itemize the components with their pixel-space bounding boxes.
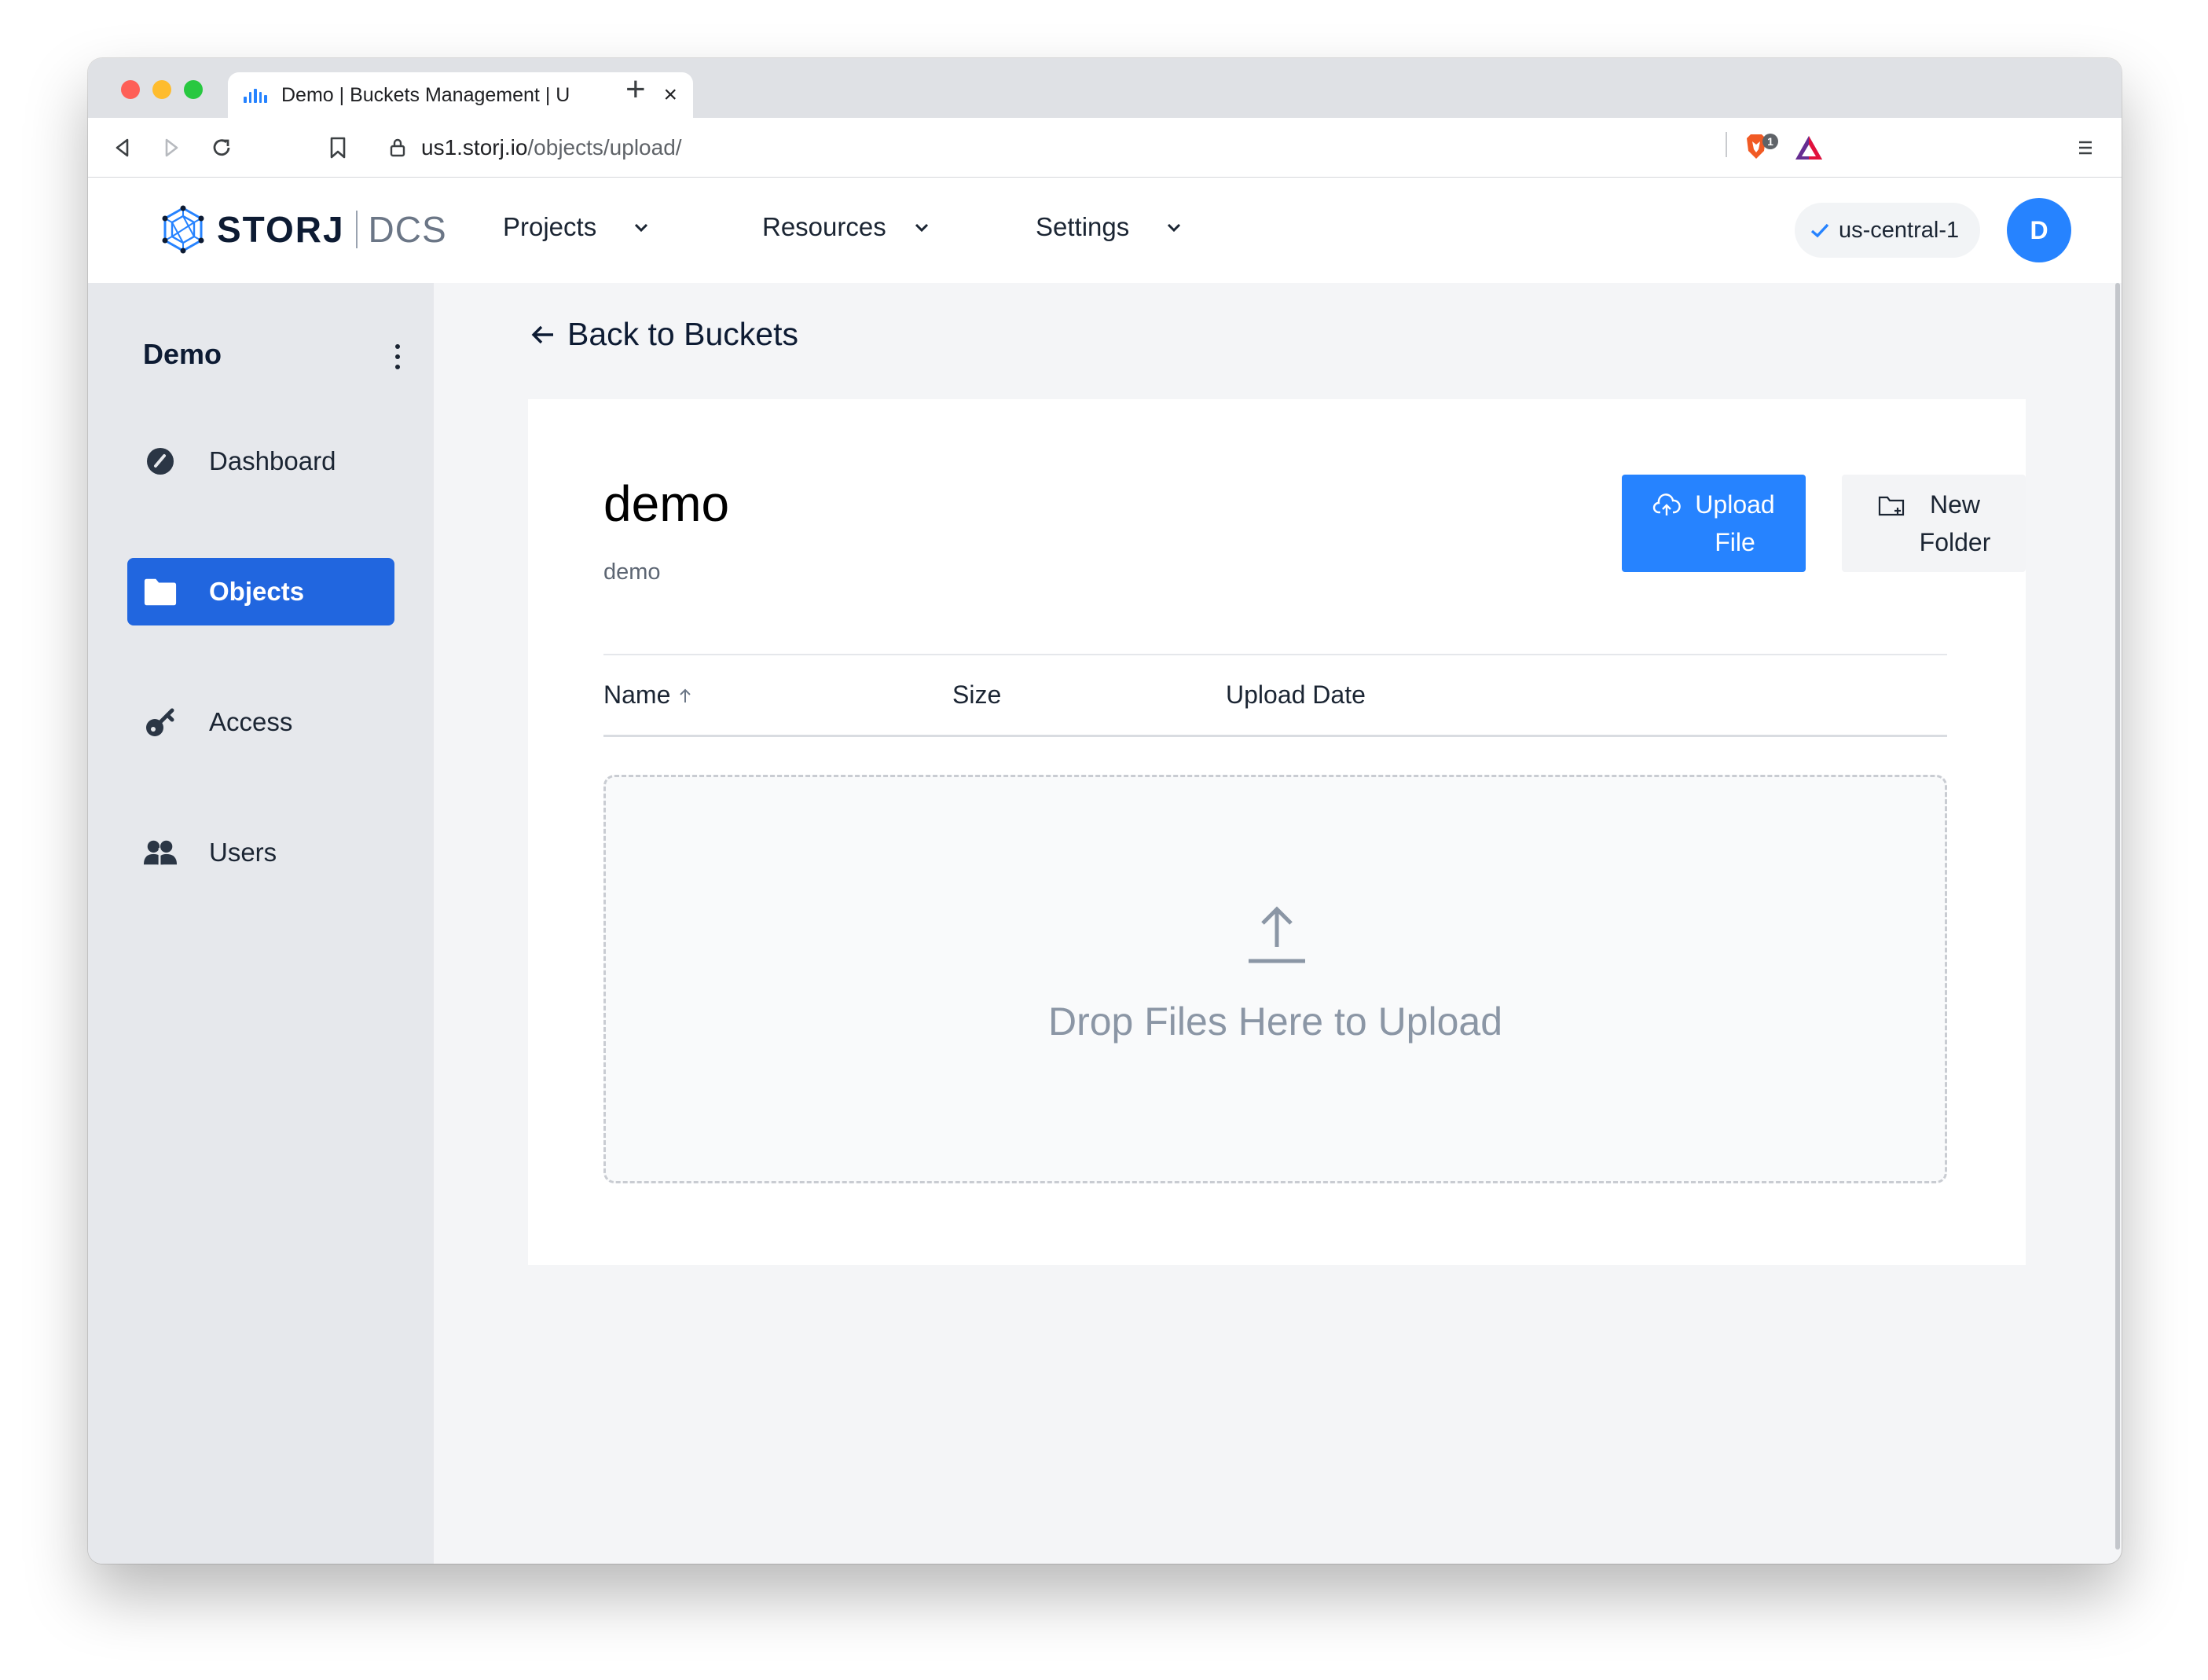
brave-rewards-icon[interactable] <box>1792 134 1826 162</box>
nav-resources[interactable]: Resources <box>762 212 932 242</box>
upload-arrow-icon <box>1249 906 1305 963</box>
nav-settings-label: Settings <box>1036 212 1130 241</box>
check-icon <box>1810 223 1829 238</box>
logo-text: STORJ <box>217 209 345 250</box>
back-to-buckets-link[interactable]: Back to Buckets <box>530 316 798 353</box>
sidebar-item-dashboard[interactable]: Dashboard <box>127 427 394 495</box>
column-header-upload-date[interactable]: Upload Date <box>1226 680 1366 710</box>
project-name[interactable]: Demo <box>143 338 222 371</box>
region-selector[interactable]: us-central-1 <box>1795 203 1980 258</box>
logo-product: DCS <box>368 209 447 250</box>
bucket-card: demo demo Upload File New Folder Name Si… <box>528 399 2026 1265</box>
sidebar-item-label: Users <box>209 838 277 867</box>
file-table-header: Name Size Upload Date <box>603 654 1947 737</box>
chevron-down-icon <box>1168 223 1181 233</box>
dropzone-text: Drop Files Here to Upload <box>1047 1000 1503 1044</box>
folder-add-icon <box>1878 496 1904 516</box>
dashboard-icon <box>143 444 178 479</box>
storj-logo-icon <box>162 205 204 254</box>
sort-ascending-icon <box>680 688 691 702</box>
minimize-window-button[interactable] <box>152 80 171 99</box>
menu-icon[interactable] <box>2071 134 2100 162</box>
forward-icon[interactable] <box>157 134 185 162</box>
back-label: Back to Buckets <box>567 316 798 352</box>
storj-logo[interactable]: STORJ DCS <box>159 204 447 255</box>
tab-title: Demo | Buckets Management | U <box>281 83 570 106</box>
upload-label-line2: File <box>1715 528 1755 556</box>
chevron-down-icon <box>915 223 928 233</box>
reload-icon[interactable] <box>207 134 236 162</box>
upload-file-button[interactable]: Upload File <box>1622 475 1806 572</box>
bookmark-icon[interactable] <box>324 134 352 162</box>
upload-label-line1: Upload <box>1695 490 1775 519</box>
url-text: us1.storj.io/objects/upload/ <box>421 135 682 160</box>
shield-badge: 1 <box>1767 135 1773 148</box>
logo-separator <box>355 211 358 248</box>
file-dropzone[interactable]: Drop Files Here to Upload <box>603 775 1947 1183</box>
sidebar-item-users[interactable]: Users <box>127 819 394 886</box>
tab-strip: Demo | Buckets Management | U × + <box>88 58 2122 118</box>
column-header-size[interactable]: Size <box>952 680 1001 710</box>
close-tab-icon[interactable]: × <box>663 83 677 107</box>
lock-icon <box>382 132 413 163</box>
sidebar-item-label: Dashboard <box>209 446 336 475</box>
sidebar-item-objects[interactable]: Objects <box>127 558 394 625</box>
brave-shield-icon[interactable]: 1 <box>1740 134 1782 162</box>
storj-favicon-icon <box>244 87 267 103</box>
new-folder-label-line2: Folder <box>1919 528 1991 556</box>
avatar[interactable]: D <box>2007 198 2071 262</box>
nav-resources-label: Resources <box>762 212 886 241</box>
app-header: STORJ DCS Projects Resources Settings us… <box>88 178 2122 283</box>
nav-settings[interactable]: Settings <box>1036 212 1184 242</box>
zoom-window-button[interactable] <box>184 80 203 99</box>
sidebar: Demo Dashboard Objects Access Users <box>88 283 434 1564</box>
nav-projects-label: Projects <box>503 212 597 241</box>
chevron-down-icon <box>635 223 648 233</box>
column-header-name[interactable]: Name <box>603 680 694 710</box>
nav-projects[interactable]: Projects <box>503 212 651 242</box>
browser-tab[interactable]: Demo | Buckets Management | U × <box>228 72 693 118</box>
new-tab-button[interactable]: + <box>625 72 646 107</box>
toolbar-divider <box>1726 132 1727 157</box>
region-label: us-central-1 <box>1839 217 1960 243</box>
cloud-upload-icon <box>1653 493 1682 515</box>
bucket-title: demo <box>603 475 730 532</box>
sidebar-item-label: Objects <box>209 577 305 606</box>
sidebar-item-label: Access <box>209 707 293 736</box>
new-folder-label-line1: New <box>1929 490 1980 519</box>
sidebar-item-access[interactable]: Access <box>127 688 394 756</box>
address-bar[interactable]: us1.storj.io/objects/upload/ <box>371 126 1826 170</box>
key-icon <box>143 705 178 739</box>
project-options-icon[interactable] <box>393 341 402 372</box>
new-folder-button[interactable]: New Folder <box>1842 475 2026 572</box>
folder-icon <box>143 574 178 609</box>
back-icon[interactable] <box>108 134 137 162</box>
browser-window: Demo | Buckets Management | U × + us1.st… <box>88 58 2122 1564</box>
page-scrollbar[interactable] <box>2115 283 2120 1550</box>
arrow-left-icon <box>531 325 553 343</box>
bucket-breadcrumb[interactable]: demo <box>603 559 661 585</box>
close-window-button[interactable] <box>121 80 140 99</box>
users-icon <box>143 835 178 870</box>
browser-toolbar: us1.storj.io/objects/upload/ 1 <box>88 118 2122 178</box>
